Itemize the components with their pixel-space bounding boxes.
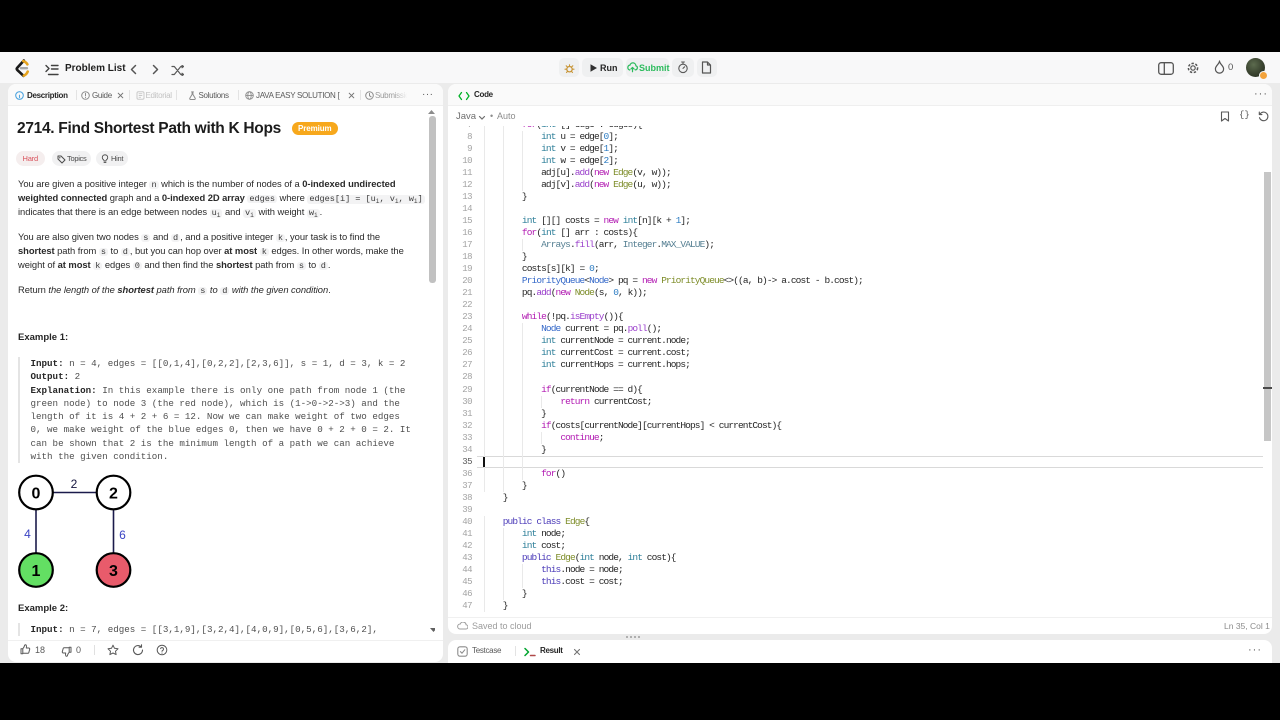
- svg-text:1: 1: [32, 563, 41, 580]
- svg-text:0: 0: [32, 486, 41, 503]
- svg-text:4: 4: [24, 527, 31, 541]
- svg-text:3: 3: [109, 563, 118, 580]
- svg-text:6: 6: [119, 528, 126, 542]
- svg-text:2: 2: [109, 486, 118, 503]
- svg-text:2: 2: [71, 477, 78, 491]
